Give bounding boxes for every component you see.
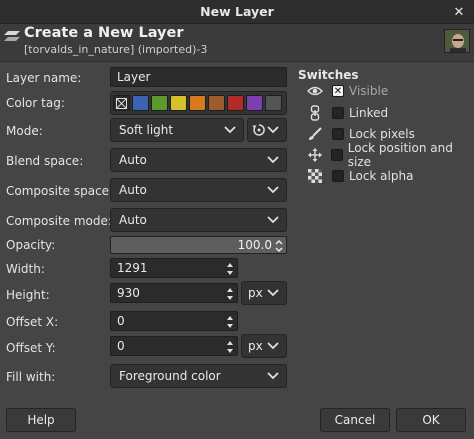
mode-label: Mode: xyxy=(6,124,43,138)
spin-arrows-icon[interactable] xyxy=(225,313,235,331)
color-tag-orange[interactable] xyxy=(189,95,206,111)
mode-group-switch[interactable] xyxy=(247,118,287,142)
color-tag-violet[interactable] xyxy=(246,95,263,111)
blend-space-label: Blend space: xyxy=(6,154,84,168)
chevron-down-icon xyxy=(267,156,279,164)
switch-linked[interactable]: Linked xyxy=(306,104,388,122)
lock-alpha-checkbox[interactable] xyxy=(332,170,344,182)
color-tag-blue[interactable] xyxy=(132,95,149,111)
ok-button[interactable]: OK xyxy=(396,408,466,432)
fill-with-select[interactable]: Foreground color xyxy=(110,364,287,388)
color-tag-label: Color tag: xyxy=(6,96,65,110)
composite-mode-label: Composite mode: xyxy=(6,214,112,228)
mode-select[interactable]: Soft light xyxy=(110,118,244,142)
layer-name-input[interactable]: Layer xyxy=(110,67,287,87)
chain-link-icon xyxy=(306,105,324,121)
move-arrows-icon xyxy=(306,147,323,163)
visible-label: Visible xyxy=(349,84,389,98)
color-tag-brown[interactable] xyxy=(208,95,225,111)
no-color-icon xyxy=(116,97,127,109)
dialog-header: Create a New Layer [torvalds_in_nature] … xyxy=(0,24,474,62)
width-input[interactable]: 1291 xyxy=(110,258,238,278)
spin-arrows-icon[interactable] xyxy=(274,238,284,254)
height-value: 930 xyxy=(117,286,140,300)
chevron-down-icon xyxy=(267,372,279,380)
eye-icon xyxy=(306,83,324,99)
linked-label: Linked xyxy=(349,106,389,120)
offset-y-label: Offset Y: xyxy=(6,341,56,355)
color-tag-none[interactable] xyxy=(113,95,130,111)
height-label: Height: xyxy=(6,288,50,302)
layers-icon xyxy=(4,31,20,41)
image-name: [torvalds_in_nature] (imported)-3 xyxy=(24,43,208,56)
reset-icon xyxy=(252,124,265,136)
spin-arrows-icon[interactable] xyxy=(225,260,235,278)
layer-name-value: Layer xyxy=(117,70,151,84)
opacity-slider[interactable]: 100.0 xyxy=(110,236,287,254)
chevron-down-icon xyxy=(267,216,279,224)
color-tag-yellow[interactable] xyxy=(170,95,187,111)
chevron-down-icon xyxy=(267,342,279,350)
checkerboard-icon xyxy=(306,168,324,184)
switches-heading: Switches xyxy=(298,68,359,82)
offset-unit-value: px xyxy=(248,339,263,353)
offset-x-label: Offset X: xyxy=(6,315,59,329)
width-value: 1291 xyxy=(117,261,148,275)
blend-space-select[interactable]: Auto xyxy=(110,148,287,172)
chevron-down-icon xyxy=(224,126,236,134)
lock-alpha-label: Lock alpha xyxy=(349,169,414,183)
color-tag-red[interactable] xyxy=(227,95,244,111)
composite-space-value: Auto xyxy=(119,183,147,197)
opacity-value: 100.0 xyxy=(237,238,272,252)
size-unit-select[interactable]: px xyxy=(241,281,287,305)
image-thumbnail xyxy=(444,29,470,53)
switch-visible[interactable]: ✕ Visible xyxy=(306,82,388,100)
layer-name-label: Layer name: xyxy=(6,71,82,85)
offset-x-input[interactable]: 0 xyxy=(110,311,238,331)
lock-pixels-label: Lock pixels xyxy=(349,127,415,141)
chevron-down-icon xyxy=(267,289,279,297)
fill-with-label: Fill with: xyxy=(6,370,56,384)
mode-value: Soft light xyxy=(119,123,174,137)
cancel-button[interactable]: Cancel xyxy=(320,408,390,432)
height-input[interactable]: 930 xyxy=(110,283,238,303)
offset-y-value: 0 xyxy=(117,339,125,353)
composite-space-select[interactable]: Auto xyxy=(110,178,287,202)
close-icon[interactable]: ✕ xyxy=(450,3,468,21)
spin-arrows-icon[interactable] xyxy=(225,338,235,356)
lock-position-checkbox[interactable] xyxy=(331,149,343,161)
chevron-down-icon xyxy=(267,126,279,134)
blend-space-value: Auto xyxy=(119,153,147,167)
size-unit-value: px xyxy=(248,286,263,300)
visible-checkbox[interactable]: ✕ xyxy=(332,85,344,97)
color-tag-gray[interactable] xyxy=(265,95,282,111)
offset-unit-select[interactable]: px xyxy=(241,334,287,358)
linked-checkbox[interactable] xyxy=(332,107,344,119)
composite-mode-select[interactable]: Auto xyxy=(110,208,287,232)
offset-x-value: 0 xyxy=(117,314,125,328)
color-tag-green[interactable] xyxy=(151,95,168,111)
width-label: Width: xyxy=(6,262,45,276)
chevron-down-icon xyxy=(267,186,279,194)
offset-y-input[interactable]: 0 xyxy=(110,336,238,356)
fill-with-value: Foreground color xyxy=(119,369,221,383)
switch-lock-position[interactable]: Lock position and size xyxy=(306,141,474,169)
dialog-heading: Create a New Layer xyxy=(24,25,184,41)
help-button[interactable]: Help xyxy=(6,408,76,432)
switch-lock-alpha[interactable]: Lock alpha xyxy=(306,167,413,185)
composite-mode-value: Auto xyxy=(119,213,147,227)
window-title: New Layer xyxy=(200,4,274,19)
composite-space-label: Composite space: xyxy=(6,184,114,198)
brush-icon xyxy=(306,126,324,142)
lock-position-label: Lock position and size xyxy=(347,141,453,169)
window-titlebar: New Layer ✕ xyxy=(0,0,474,24)
spin-arrows-icon[interactable] xyxy=(225,285,235,303)
lock-pixels-checkbox[interactable] xyxy=(332,128,344,140)
opacity-label: Opacity: xyxy=(6,238,56,252)
